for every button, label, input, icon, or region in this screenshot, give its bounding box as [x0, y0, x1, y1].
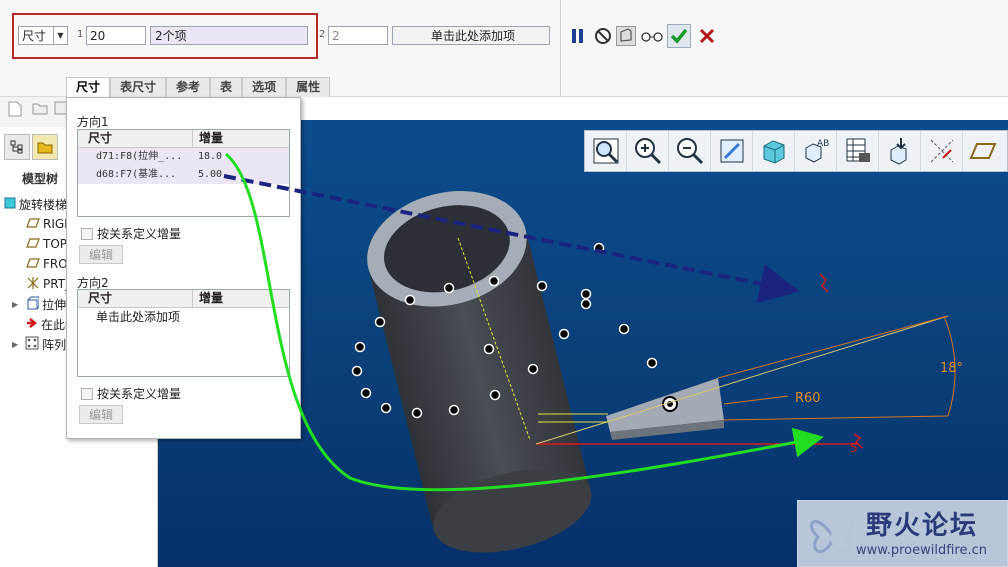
- verify-mode-icon[interactable]: [616, 26, 636, 46]
- dir1-edit-button[interactable]: 编辑: [79, 245, 123, 264]
- extrude-icon: [25, 296, 40, 313]
- datum-plane-icon: [26, 217, 40, 231]
- glasses-preview-icon[interactable]: [641, 26, 663, 46]
- dashboard-separator: [560, 0, 561, 97]
- svg-text:AB: AB: [817, 139, 829, 149]
- column-dimension: 尺寸: [88, 131, 113, 145]
- zoom-out-icon[interactable]: [669, 131, 711, 171]
- new-file-icon[interactable]: [8, 101, 24, 117]
- dir2-relation-checkbox[interactable]: [81, 387, 93, 400]
- folder-browser-tab-icon[interactable]: [32, 134, 58, 160]
- open-folder-icon[interactable]: [32, 101, 48, 117]
- dir2-relation-option[interactable]: 按关系定义增量: [81, 385, 181, 402]
- cylinder-body: [367, 191, 592, 553]
- tree-item-label: 旋转楼梯: [19, 197, 68, 212]
- direction1-label: 方向1: [77, 115, 109, 129]
- table-row[interactable]: d71:F8(拉伸_... 18.0: [78, 148, 289, 166]
- pattern-icon: [25, 336, 39, 353]
- column-dimension: 尺寸: [88, 291, 113, 305]
- pattern-type-select[interactable]: 尺寸 ▼: [18, 26, 68, 45]
- column-increment: 增量: [192, 130, 289, 147]
- part-icon: [4, 197, 16, 212]
- dir1-number: 1: [77, 29, 84, 40]
- dim-angle-label[interactable]: 18°: [940, 361, 963, 376]
- butterfly-logo-icon: [809, 520, 855, 554]
- repaint-icon[interactable]: [711, 131, 753, 171]
- dir2-edit-button[interactable]: 编辑: [79, 405, 123, 424]
- datum-plane-icon: [26, 257, 40, 271]
- watermark-url: www.proewildfire.cn: [856, 543, 987, 558]
- insert-here-icon: [26, 317, 38, 332]
- axis-display-icon[interactable]: [921, 131, 963, 171]
- direction2-table: 尺寸 增量 单击此处添加项: [77, 289, 290, 377]
- dir2-number: 2: [319, 29, 326, 40]
- increment-cell[interactable]: 5.00: [192, 166, 289, 184]
- dir1-relation-option[interactable]: 按关系定义增量: [81, 225, 181, 242]
- forum-watermark: 野火论坛 www.proewildfire.cn: [797, 500, 1008, 567]
- direction1-table: 尺寸 增量 d71:F8(拉伸_... 18.0 d68:F7(基准... 5.…: [77, 129, 290, 217]
- csys-icon: [26, 276, 40, 293]
- no-preview-icon[interactable]: [593, 26, 613, 46]
- expand-triangle-icon[interactable]: ▶: [12, 300, 18, 309]
- dir1-count-input[interactable]: 20: [86, 26, 146, 45]
- column-increment: 增量: [192, 290, 289, 307]
- datum-plane-icon: [26, 237, 40, 251]
- chevron-down-icon[interactable]: ▼: [53, 27, 67, 44]
- datum-display-icon[interactable]: [879, 131, 921, 171]
- angle-ext-line: [717, 315, 949, 379]
- tree-item-label: 阵列: [42, 337, 67, 352]
- tab-table[interactable]: 表: [210, 77, 243, 97]
- navigator-tabs: [4, 134, 58, 160]
- tab-dimensions[interactable]: 尺寸: [66, 77, 111, 97]
- display-style-icon[interactable]: [753, 131, 795, 171]
- watermark-title: 野火论坛: [866, 511, 979, 541]
- plane-display-icon[interactable]: [963, 131, 1005, 171]
- tab-options[interactable]: 选项: [242, 77, 287, 97]
- model-tree-title: 模型树: [22, 172, 59, 186]
- zoom-in-icon[interactable]: [627, 131, 669, 171]
- dim-r60-label[interactable]: R60: [795, 391, 821, 406]
- direction2-table-header: 尺寸 增量: [78, 290, 289, 308]
- direction1-table-header: 尺寸 增量: [78, 130, 289, 148]
- dir1-relation-checkbox[interactable]: [81, 227, 93, 240]
- tab-references[interactable]: 参考: [166, 77, 211, 97]
- ok-check-icon[interactable]: [667, 24, 691, 48]
- pattern-type-value: 尺寸: [22, 29, 47, 43]
- dim-offset-label[interactable]: 5: [850, 441, 858, 455]
- view-manager-icon[interactable]: [837, 131, 879, 171]
- view-toolbar: AB: [584, 130, 1008, 172]
- dir2-relation-label: 按关系定义增量: [97, 387, 182, 401]
- dimensions-panel: 方向1 尺寸 增量 d71:F8(拉伸_... 18.0 d68:F7(基准..…: [66, 97, 301, 439]
- direction2-add-item[interactable]: 单击此处添加项: [78, 308, 289, 326]
- angle-ref-line: [535, 315, 949, 445]
- dir1-relation-label: 按关系定义增量: [97, 227, 182, 241]
- dashboard-tabs: 尺寸 表尺寸 参考 表 选项 属性: [66, 77, 331, 97]
- table-row[interactable]: d68:F7(基准... 5.00: [78, 166, 289, 184]
- dir2-count-input[interactable]: 2: [328, 26, 388, 45]
- dimension-cell: d68:F7(基准...: [96, 169, 177, 180]
- dir2-collector[interactable]: 单击此处添加项: [392, 26, 550, 45]
- dir1-collector[interactable]: 2个项: [150, 26, 308, 45]
- expand-triangle-icon[interactable]: ▶: [12, 340, 18, 349]
- tab-table-dimensions[interactable]: 表尺寸: [110, 77, 167, 97]
- saved-orientations-icon[interactable]: AB: [795, 131, 837, 171]
- refit-zoom-icon[interactable]: [585, 131, 627, 171]
- model-tree-tab-icon[interactable]: [4, 134, 30, 160]
- tab-properties[interactable]: 属性: [286, 77, 331, 97]
- tree-item-label: TOP: [43, 237, 68, 251]
- cancel-x-icon[interactable]: [697, 26, 717, 46]
- pause-icon[interactable]: [568, 26, 588, 46]
- dimension-cell: d71:F8(拉伸_...: [96, 151, 183, 162]
- increment-cell[interactable]: 18.0: [192, 148, 289, 166]
